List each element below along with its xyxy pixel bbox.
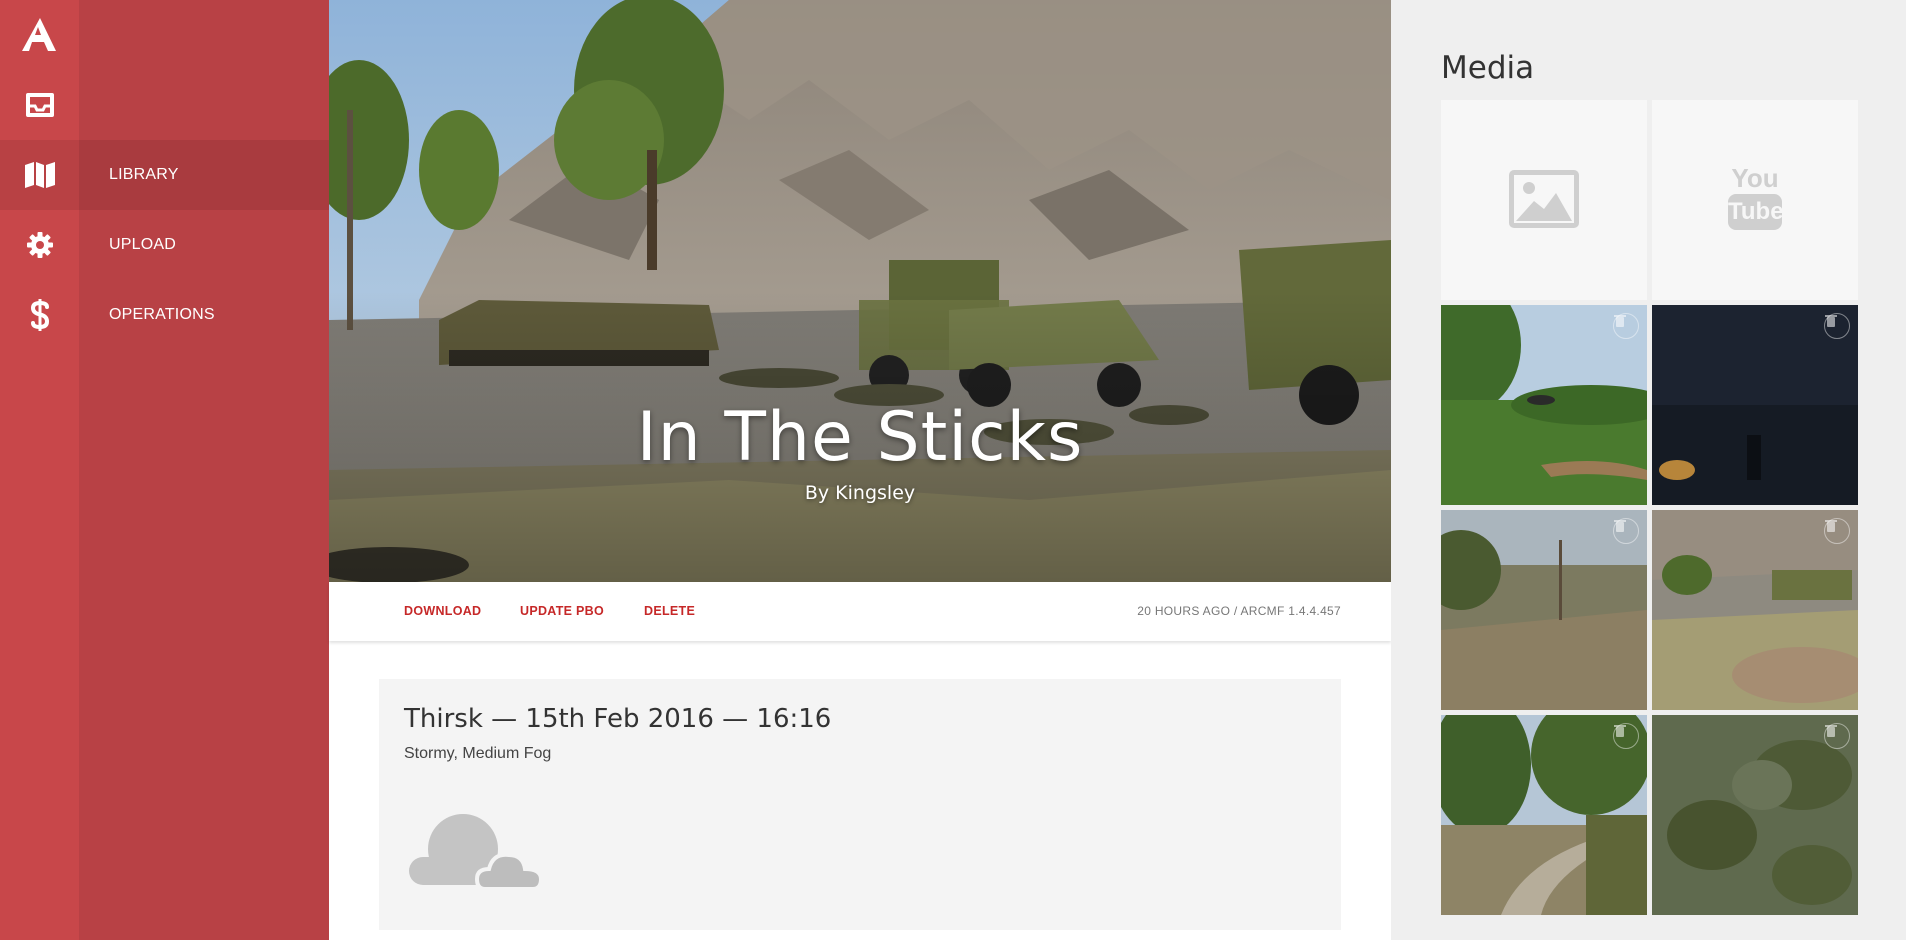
trash-icon[interactable] <box>1824 313 1850 339</box>
dollar-icon <box>0 280 79 350</box>
image-icon <box>1509 170 1579 228</box>
media-panel: Media You Tube <box>1391 0 1906 940</box>
add-video-tile[interactable]: You Tube <box>1652 100 1858 300</box>
trash-icon[interactable] <box>1824 723 1850 749</box>
youtube-icon: You Tube <box>1728 163 1784 234</box>
youtube-icon-text-bottom: Tube <box>1728 194 1784 230</box>
map-icon <box>0 140 79 210</box>
sidebar-item-label: LIBRARY <box>109 166 179 183</box>
trash-icon[interactable] <box>1613 518 1639 544</box>
hero-banner: In The Sticks By Kingsley <box>329 0 1391 582</box>
sidebar-item-label: OPERATIONS <box>109 306 215 323</box>
cloud-icon <box>409 811 549 896</box>
media-thumbnail[interactable] <box>1441 305 1647 505</box>
media-thumbnail[interactable] <box>1652 305 1858 505</box>
media-thumbnail[interactable] <box>1652 510 1858 710</box>
youtube-icon-text-top: You <box>1731 163 1779 193</box>
arma-logo-icon[interactable] <box>0 0 79 70</box>
trash-icon[interactable] <box>1824 518 1850 544</box>
download-button[interactable]: DOWNLOAD <box>404 582 481 641</box>
mission-meta: 20 HOURS AGO / ARCMF 1.4.4.457 <box>1137 604 1341 618</box>
sidebar-item-operations[interactable]: OPERATIONS <box>0 280 329 350</box>
weather-card: Thirsk — 15th Feb 2016 — 16:16 Stormy, M… <box>379 679 1341 930</box>
add-image-tile[interactable] <box>1441 100 1647 300</box>
weather-title: Thirsk — 15th Feb 2016 — 16:16 <box>404 704 832 734</box>
sidebar-item-inbox[interactable] <box>0 70 329 140</box>
update-pbo-button[interactable]: UPDATE PBO <box>520 582 604 641</box>
delete-button[interactable]: DELETE <box>644 582 695 641</box>
mission-author: By Kingsley <box>804 482 916 504</box>
sidebar-item-upload[interactable]: UPLOAD <box>0 210 329 280</box>
trash-icon[interactable] <box>1613 723 1639 749</box>
gear-icon <box>0 210 79 280</box>
media-title: Media <box>1441 50 1535 86</box>
weather-conditions: Stormy, Medium Fog <box>404 745 552 762</box>
trash-icon[interactable] <box>1613 313 1639 339</box>
media-thumbnail[interactable] <box>1441 510 1647 710</box>
sidebar-item-label: UPLOAD <box>109 236 176 253</box>
media-thumbnail[interactable] <box>1652 715 1858 915</box>
mission-title: In The Sticks <box>636 398 1084 477</box>
sidebar-item-library[interactable]: LIBRARY <box>0 140 329 210</box>
media-thumbnail[interactable] <box>1441 715 1647 915</box>
action-bar: DOWNLOAD UPDATE PBO DELETE 20 HOURS AGO … <box>329 582 1391 641</box>
inbox-icon <box>0 70 79 140</box>
